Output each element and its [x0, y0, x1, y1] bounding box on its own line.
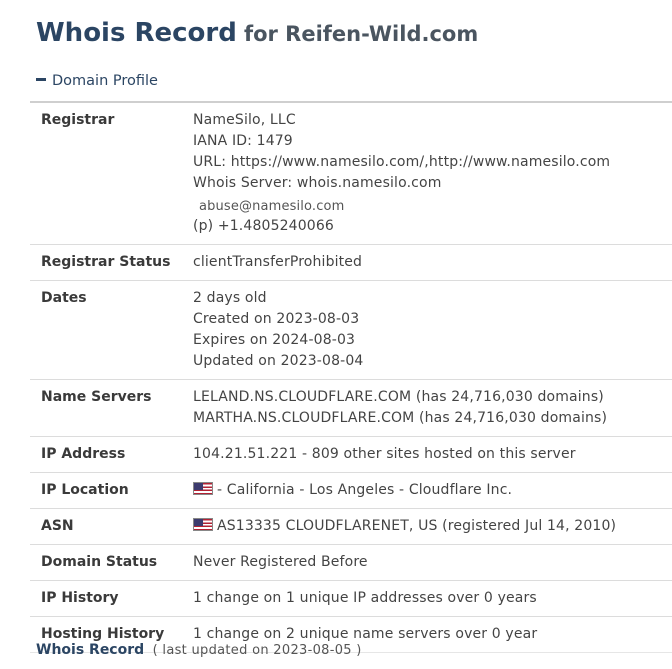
asn-label: ASN [41, 518, 74, 534]
table-row: Domain Status Never Registered Before [30, 544, 672, 581]
registrar-phone: (p) +1.4805240066 [193, 218, 334, 234]
ip-location-value: - California - Los Angeles - Cloudflare … [193, 473, 672, 509]
page-title-main: Whois Record [36, 18, 237, 48]
asn-value: AS13335 CLOUDFLARENET, US (registered Ju… [193, 509, 672, 545]
registrar-iana: IANA ID: 1479 [193, 133, 293, 149]
table-row: Name Servers LELAND.NS.CLOUDFLARE.COM (h… [30, 379, 672, 437]
ip-address-value: 104.21.51.221 - 809 other sites hosted o… [193, 446, 576, 462]
registrar-whois-server: Whois Server: whois.namesilo.com [193, 175, 442, 191]
page-title-domain: for Reifen-Wild.com [243, 22, 479, 46]
domain-age: 2 days old [193, 290, 267, 306]
registrar-value: NameSilo, LLC IANA ID: 1479 URL: https:/… [193, 102, 672, 245]
domain-status-value: Never Registered Before [193, 554, 368, 570]
name-server-1: LELAND.NS.CLOUDFLARE.COM (has 24,716,030… [193, 389, 604, 405]
ip-history-label: IP History [41, 590, 119, 606]
name-servers-value: LELAND.NS.CLOUDFLARE.COM (has 24,716,030… [193, 380, 672, 437]
dates-label: Dates [41, 290, 87, 306]
last-updated-text: ( last updated on 2023-08-05 ) [152, 643, 362, 658]
table-row: IP Location - California - Los Angeles -… [30, 472, 672, 509]
registrar-status-label: Registrar Status [41, 254, 171, 270]
domain-profile-label: Domain Profile [52, 73, 158, 89]
ip-location-label: IP Location [41, 482, 129, 498]
ip-history-value: 1 change on 1 unique IP addresses over 0… [193, 590, 537, 606]
updated-date: Updated on 2023-08-04 [193, 353, 364, 369]
name-server-2: MARTHA.NS.CLOUDFLARE.COM (has 24,716,030… [193, 410, 608, 426]
page-title: Whois Record for Reifen-Wild.com [36, 18, 478, 48]
created-date: Created on 2023-08-03 [193, 311, 360, 327]
us-flag-icon [193, 482, 213, 495]
ip-address-label: IP Address [41, 446, 126, 462]
registrar-url: URL: https://www.namesilo.com/,http://ww… [193, 154, 611, 170]
domain-profile-toggle[interactable]: Domain Profile [36, 73, 158, 89]
domain-profile-table: Registrar NameSilo, LLC IANA ID: 1479 UR… [30, 101, 672, 653]
dates-value: 2 days old Created on 2023-08-03 Expires… [193, 281, 672, 380]
expires-date: Expires on 2024-08-03 [193, 332, 356, 348]
registrar-email: abuse@namesilo.com [199, 199, 345, 214]
ip-location-text: - California - Los Angeles - Cloudflare … [217, 482, 513, 498]
us-flag-icon [193, 518, 213, 531]
table-row: Registrar Status clientTransferProhibite… [30, 244, 672, 281]
table-row: IP History 1 change on 1 unique IP addre… [30, 580, 672, 617]
name-servers-label: Name Servers [41, 389, 152, 405]
table-row: Registrar NameSilo, LLC IANA ID: 1479 UR… [30, 102, 672, 245]
registrar-status-value: clientTransferProhibited [193, 254, 363, 270]
registrar-name: NameSilo, LLC [193, 112, 296, 128]
minus-icon [36, 78, 46, 81]
asn-text: AS13335 CLOUDFLARENET, US (registered Ju… [217, 518, 617, 534]
table-row: Dates 2 days old Created on 2023-08-03 E… [30, 280, 672, 380]
whois-record-footer: Whois Record ( last updated on 2023-08-0… [36, 642, 362, 658]
table-row: ASN AS13335 CLOUDFLARENET, US (registere… [30, 508, 672, 545]
whois-record-link[interactable]: Whois Record [36, 642, 144, 658]
domain-status-label: Domain Status [41, 554, 158, 570]
table-row: IP Address 104.21.51.221 - 809 other sit… [30, 436, 672, 473]
registrar-label: Registrar [41, 112, 115, 128]
